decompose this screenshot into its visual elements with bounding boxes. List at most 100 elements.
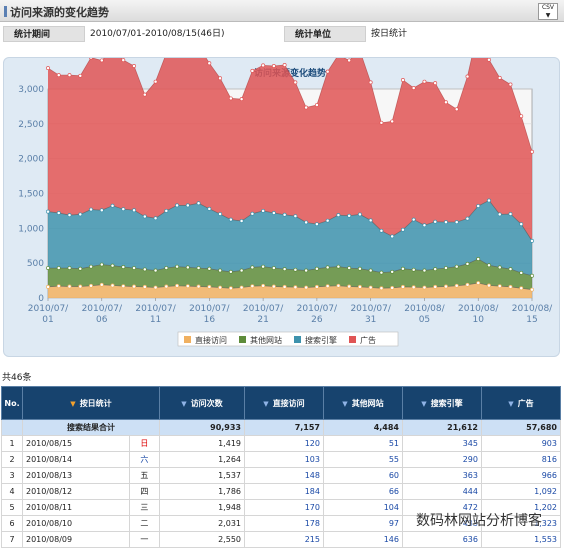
data-point[interactable] — [175, 264, 180, 269]
data-point[interactable] — [314, 103, 319, 107]
legend-swatch[interactable] — [349, 336, 356, 343]
legend-label[interactable]: 搜索引擎 — [305, 335, 337, 345]
data-point[interactable] — [519, 114, 524, 119]
table-row[interactable]: 2 2010/08/14 六 1,264 103 55 290 816 — [1, 451, 561, 468]
data-point[interactable] — [153, 79, 158, 84]
data-point[interactable] — [121, 265, 126, 269]
data-point[interactable] — [207, 206, 212, 211]
data-point[interactable] — [239, 285, 244, 290]
data-point[interactable] — [78, 73, 83, 78]
data-point[interactable] — [508, 284, 513, 289]
data-point[interactable] — [336, 213, 341, 218]
data-point[interactable] — [89, 264, 93, 269]
data-point[interactable] — [271, 211, 276, 215]
data-point[interactable] — [411, 285, 416, 290]
data-point[interactable] — [304, 268, 309, 273]
data-point[interactable] — [250, 68, 255, 73]
data-point[interactable] — [261, 208, 266, 213]
data-point[interactable] — [110, 203, 115, 208]
row-search-cell[interactable]: 363 — [402, 467, 482, 484]
legend-label[interactable]: 广告 — [360, 335, 376, 345]
data-point[interactable] — [89, 55, 93, 60]
row-direct-cell[interactable]: 170 — [244, 499, 324, 516]
data-point[interactable] — [444, 220, 448, 225]
data-point[interactable] — [218, 268, 223, 273]
data-point[interactable] — [476, 281, 481, 285]
data-point[interactable] — [282, 267, 287, 272]
table-row[interactable]: 7 2010/08/09 一 2,550 215 146 636 1,553 — [1, 531, 561, 548]
data-point[interactable] — [207, 266, 212, 271]
data-point[interactable] — [357, 212, 362, 217]
data-point[interactable] — [110, 263, 115, 268]
row-direct-cell[interactable]: 178 — [244, 515, 324, 532]
data-point[interactable] — [293, 80, 298, 85]
data-point[interactable] — [422, 79, 427, 84]
data-point[interactable] — [164, 284, 169, 289]
data-point[interactable] — [228, 96, 233, 101]
data-point[interactable] — [379, 120, 384, 125]
data-point[interactable] — [239, 97, 244, 102]
data-point[interactable] — [271, 266, 276, 270]
row-other-cell[interactable]: 104 — [323, 499, 403, 516]
data-point[interactable] — [46, 284, 50, 289]
table-row[interactable]: 4 2010/08/12 四 1,786 184 66 444 1,092 — [1, 483, 561, 500]
data-point[interactable] — [400, 227, 405, 232]
data-point[interactable] — [250, 211, 255, 216]
data-point[interactable] — [153, 216, 158, 221]
data-point[interactable] — [390, 119, 395, 124]
data-point[interactable] — [78, 266, 83, 271]
data-point[interactable] — [175, 283, 180, 288]
data-point[interactable] — [142, 267, 147, 272]
data-point[interactable] — [530, 149, 534, 154]
data-point[interactable] — [519, 222, 524, 227]
row-other-cell[interactable]: 146 — [323, 531, 403, 548]
col-ad[interactable]: ▼ 广告 — [481, 386, 561, 420]
data-point[interactable] — [487, 198, 491, 203]
row-ad-cell[interactable]: 966 — [481, 467, 561, 484]
col-day[interactable]: ▼ 按日统计 — [22, 386, 160, 420]
data-point[interactable] — [67, 213, 72, 218]
data-point[interactable] — [78, 284, 83, 289]
data-point[interactable] — [379, 286, 384, 291]
data-point[interactable] — [411, 267, 416, 272]
data-point[interactable] — [261, 264, 266, 269]
data-point[interactable] — [132, 64, 136, 68]
data-point[interactable] — [46, 66, 50, 71]
data-point[interactable] — [56, 211, 61, 215]
row-direct-cell[interactable]: 184 — [244, 483, 324, 500]
data-point[interactable] — [519, 286, 524, 291]
data-point[interactable] — [46, 266, 50, 270]
data-point[interactable] — [368, 268, 373, 273]
data-point[interactable] — [196, 284, 201, 289]
data-point[interactable] — [497, 284, 502, 289]
data-point[interactable] — [185, 265, 190, 270]
data-point[interactable] — [153, 285, 158, 290]
data-point[interactable] — [433, 81, 438, 86]
data-point[interactable] — [250, 265, 255, 270]
data-point[interactable] — [497, 212, 502, 217]
data-point[interactable] — [325, 284, 330, 289]
col-visits[interactable]: ▼ 访问次数 — [159, 386, 245, 420]
data-point[interactable] — [530, 287, 534, 292]
data-point[interactable] — [175, 203, 180, 208]
data-point[interactable] — [67, 284, 72, 289]
data-point[interactable] — [379, 270, 384, 275]
legend-label[interactable]: 其他网站 — [250, 335, 282, 345]
data-point[interactable] — [433, 267, 438, 272]
data-point[interactable] — [476, 257, 481, 261]
data-point[interactable] — [46, 209, 50, 214]
data-point[interactable] — [282, 212, 287, 217]
data-point[interactable] — [368, 285, 373, 290]
data-point[interactable] — [357, 266, 362, 271]
data-point[interactable] — [271, 284, 276, 289]
data-point[interactable] — [411, 217, 416, 222]
legend-swatch[interactable] — [294, 336, 301, 343]
data-point[interactable] — [433, 284, 438, 289]
data-point[interactable] — [110, 283, 115, 288]
legend-swatch[interactable] — [239, 336, 246, 343]
data-point[interactable] — [379, 228, 384, 233]
data-point[interactable] — [487, 263, 491, 268]
data-point[interactable] — [422, 285, 427, 290]
data-point[interactable] — [325, 218, 330, 223]
data-point[interactable] — [487, 283, 491, 288]
